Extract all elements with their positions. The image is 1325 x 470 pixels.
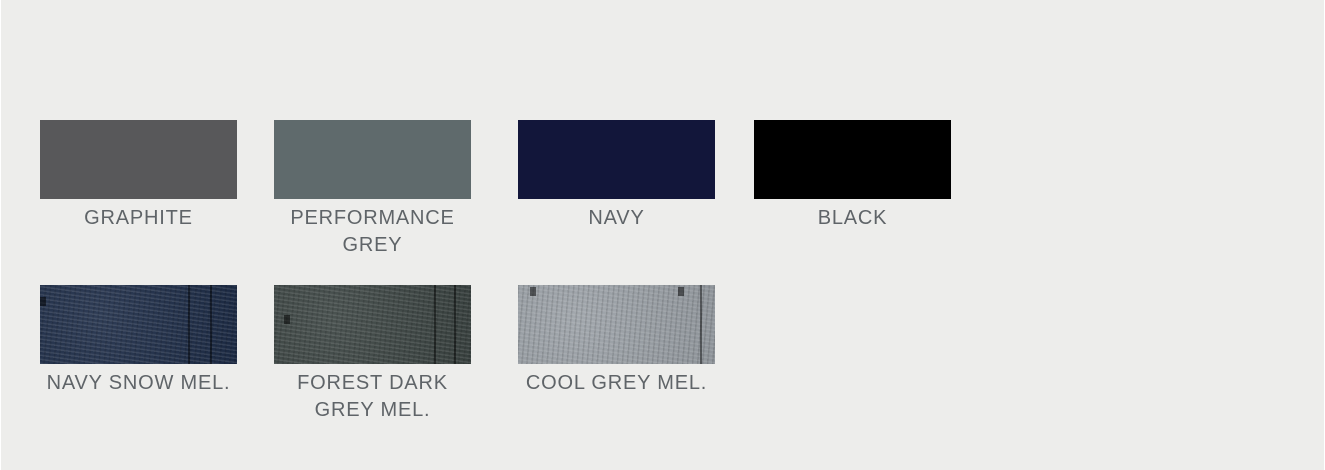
color-label: COOL GREY MEL.: [525, 372, 708, 394]
color-options-panel: GRAPHITE PERFORMANCE GREY NAVY BLACK NAV…: [1, 0, 1324, 470]
color-label: NAVY: [588, 207, 645, 229]
texture-detail: [678, 287, 684, 296]
texture-detail: [434, 285, 436, 364]
color-option-forest-dark-grey-mel[interactable]: FOREST DARK GREY MEL.: [274, 285, 471, 424]
texture-detail: [284, 315, 290, 324]
color-label: PERFORMANCE GREY: [290, 207, 455, 256]
color-label: BLACK: [817, 207, 888, 229]
color-swatch[interactable]: [518, 120, 715, 199]
texture-detail: [210, 285, 212, 364]
texture-detail: [188, 285, 190, 364]
fabric-texture: [518, 285, 715, 364]
color-label: GRAPHITE: [84, 207, 193, 229]
color-label: FOREST DARK GREY MEL.: [297, 372, 448, 421]
fabric-texture: [40, 285, 237, 364]
texture-detail: [40, 297, 46, 306]
color-swatch[interactable]: [274, 285, 471, 364]
texture-detail: [700, 285, 702, 364]
color-option-black[interactable]: BLACK: [754, 120, 951, 232]
color-option-navy-snow-mel[interactable]: NAVY SNOW MEL.: [40, 285, 237, 397]
color-swatch[interactable]: [754, 120, 951, 199]
color-option-performance-grey[interactable]: PERFORMANCE GREY: [274, 120, 471, 259]
color-option-graphite[interactable]: GRAPHITE: [40, 120, 237, 232]
color-swatch[interactable]: [40, 120, 237, 199]
color-label: NAVY SNOW MEL.: [46, 372, 231, 394]
texture-detail: [530, 287, 536, 296]
color-option-navy[interactable]: NAVY: [518, 120, 715, 232]
texture-detail: [454, 285, 456, 364]
color-swatch[interactable]: [518, 285, 715, 364]
fabric-texture: [274, 285, 471, 364]
color-option-cool-grey-mel[interactable]: COOL GREY MEL.: [518, 285, 715, 397]
color-swatch[interactable]: [274, 120, 471, 199]
color-swatch[interactable]: [40, 285, 237, 364]
